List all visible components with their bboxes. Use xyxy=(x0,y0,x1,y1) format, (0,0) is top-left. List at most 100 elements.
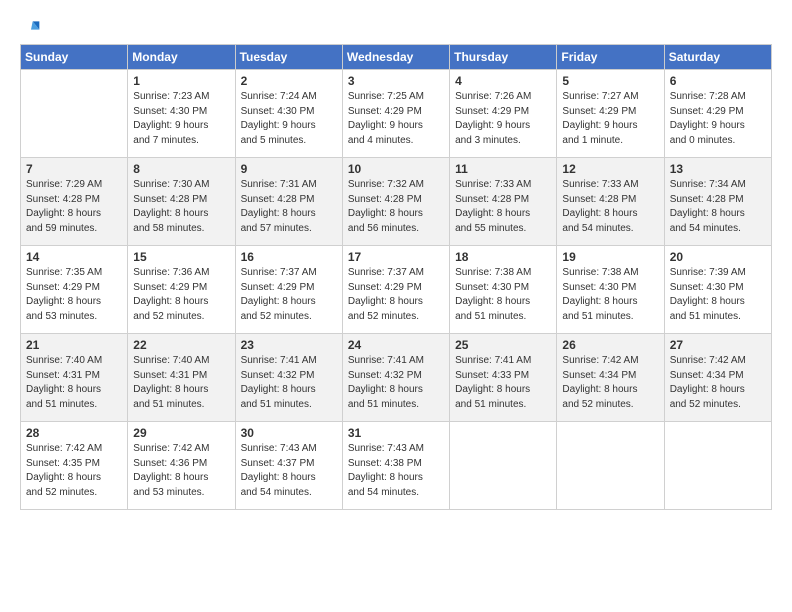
calendar-cell: 9 Sunrise: 7:31 AM Sunset: 4:28 PM Daylig… xyxy=(235,158,342,246)
calendar-cell: 25Sunrise: 7:41 AM Sunset: 4:33 PM Dayli… xyxy=(450,334,557,422)
header xyxy=(20,18,772,34)
day-number: 28 xyxy=(26,426,122,440)
calendar-cell: 10 Sunrise: 7:32 AM Sunset: 4:28 PM Dayli… xyxy=(342,158,449,246)
calendar-cell: 3 Sunrise: 7:25 AM Sunset: 4:29 PM Daylig… xyxy=(342,70,449,158)
day-number: 18 xyxy=(455,250,551,264)
calendar-header-tuesday: Tuesday xyxy=(235,45,342,70)
day-number: 7 xyxy=(26,162,122,176)
calendar-cell: 21Sunrise: 7:40 AM Sunset: 4:31 PM Dayli… xyxy=(21,334,128,422)
day-number: 9 xyxy=(241,162,337,176)
logo-icon xyxy=(21,18,39,36)
day-info: Sunrise: 7:42 AM Sunset: 4:35 PM Dayligh… xyxy=(26,442,122,500)
day-info: Sunrise: 7:27 AM Sunset: 4:29 PM Dayligh… xyxy=(562,90,658,148)
day-number: 17 xyxy=(348,250,444,264)
day-number: 12 xyxy=(562,162,658,176)
calendar-cell: 7 Sunrise: 7:29 AM Sunset: 4:28 PM Daylig… xyxy=(21,158,128,246)
day-info: Sunrise: 7:32 AM Sunset: 4:28 PM Dayligh… xyxy=(348,178,444,236)
day-info: Sunrise: 7:40 AM Sunset: 4:31 PM Dayligh… xyxy=(26,354,122,412)
calendar-cell xyxy=(557,422,664,510)
logo xyxy=(20,18,39,34)
day-info: Sunrise: 7:35 AM Sunset: 4:29 PM Dayligh… xyxy=(26,266,122,324)
calendar-cell: 31 Sunrise: 7:43 AM Sunset: 4:38 PM Dayli… xyxy=(342,422,449,510)
calendar: SundayMondayTuesdayWednesdayThursdayFrid… xyxy=(20,44,772,510)
day-number: 2 xyxy=(241,74,337,88)
day-info: Sunrise: 7:28 AM Sunset: 4:29 PM Dayligh… xyxy=(670,90,766,148)
calendar-header-saturday: Saturday xyxy=(664,45,771,70)
day-info: Sunrise: 7:42 AM Sunset: 4:36 PM Dayligh… xyxy=(133,442,229,500)
calendar-cell: 4 Sunrise: 7:26 AM Sunset: 4:29 PM Daylig… xyxy=(450,70,557,158)
day-number: 13 xyxy=(670,162,766,176)
day-info: Sunrise: 7:26 AM Sunset: 4:29 PM Dayligh… xyxy=(455,90,551,148)
day-number: 5 xyxy=(562,74,658,88)
day-info: Sunrise: 7:29 AM Sunset: 4:28 PM Dayligh… xyxy=(26,178,122,236)
day-info: Sunrise: 7:30 AM Sunset: 4:28 PM Dayligh… xyxy=(133,178,229,236)
day-number: 1 xyxy=(133,74,229,88)
day-number: 29 xyxy=(133,426,229,440)
calendar-header-wednesday: Wednesday xyxy=(342,45,449,70)
calendar-header-monday: Monday xyxy=(128,45,235,70)
day-info: Sunrise: 7:42 AM Sunset: 4:34 PM Dayligh… xyxy=(562,354,658,412)
calendar-header-thursday: Thursday xyxy=(450,45,557,70)
day-number: 6 xyxy=(670,74,766,88)
day-number: 19 xyxy=(562,250,658,264)
calendar-cell: 16 Sunrise: 7:37 AM Sunset: 4:29 PM Dayli… xyxy=(235,246,342,334)
day-number: 26 xyxy=(562,338,658,352)
day-number: 10 xyxy=(348,162,444,176)
calendar-cell: 23 Sunrise: 7:41 AM Sunset: 4:32 PM Dayli… xyxy=(235,334,342,422)
calendar-cell: 18Sunrise: 7:38 AM Sunset: 4:30 PM Dayli… xyxy=(450,246,557,334)
day-info: Sunrise: 7:39 AM Sunset: 4:30 PM Dayligh… xyxy=(670,266,766,324)
day-info: Sunrise: 7:36 AM Sunset: 4:29 PM Dayligh… xyxy=(133,266,229,324)
calendar-week-3: 21Sunrise: 7:40 AM Sunset: 4:31 PM Dayli… xyxy=(21,334,772,422)
calendar-cell: 22 Sunrise: 7:40 AM Sunset: 4:31 PM Dayli… xyxy=(128,334,235,422)
day-info: Sunrise: 7:37 AM Sunset: 4:29 PM Dayligh… xyxy=(348,266,444,324)
day-info: Sunrise: 7:24 AM Sunset: 4:30 PM Dayligh… xyxy=(241,90,337,148)
day-info: Sunrise: 7:38 AM Sunset: 4:30 PM Dayligh… xyxy=(562,266,658,324)
calendar-cell: 29 Sunrise: 7:42 AM Sunset: 4:36 PM Dayli… xyxy=(128,422,235,510)
calendar-cell: 13Sunrise: 7:34 AM Sunset: 4:28 PM Dayli… xyxy=(664,158,771,246)
calendar-week-1: 7 Sunrise: 7:29 AM Sunset: 4:28 PM Daylig… xyxy=(21,158,772,246)
day-info: Sunrise: 7:25 AM Sunset: 4:29 PM Dayligh… xyxy=(348,90,444,148)
day-number: 22 xyxy=(133,338,229,352)
calendar-week-2: 14 Sunrise: 7:35 AM Sunset: 4:29 PM Dayli… xyxy=(21,246,772,334)
calendar-cell: 1Sunrise: 7:23 AM Sunset: 4:30 PM Daylig… xyxy=(128,70,235,158)
calendar-cell xyxy=(664,422,771,510)
day-info: Sunrise: 7:33 AM Sunset: 4:28 PM Dayligh… xyxy=(562,178,658,236)
calendar-week-4: 28 Sunrise: 7:42 AM Sunset: 4:35 PM Dayli… xyxy=(21,422,772,510)
day-info: Sunrise: 7:37 AM Sunset: 4:29 PM Dayligh… xyxy=(241,266,337,324)
day-number: 11 xyxy=(455,162,551,176)
day-number: 31 xyxy=(348,426,444,440)
calendar-cell: 26 Sunrise: 7:42 AM Sunset: 4:34 PM Dayli… xyxy=(557,334,664,422)
day-info: Sunrise: 7:33 AM Sunset: 4:28 PM Dayligh… xyxy=(455,178,551,236)
day-number: 30 xyxy=(241,426,337,440)
day-info: Sunrise: 7:41 AM Sunset: 4:32 PM Dayligh… xyxy=(348,354,444,412)
day-info: Sunrise: 7:43 AM Sunset: 4:37 PM Dayligh… xyxy=(241,442,337,500)
day-info: Sunrise: 7:41 AM Sunset: 4:32 PM Dayligh… xyxy=(241,354,337,412)
calendar-cell: 24 Sunrise: 7:41 AM Sunset: 4:32 PM Dayli… xyxy=(342,334,449,422)
calendar-cell: 30 Sunrise: 7:43 AM Sunset: 4:37 PM Dayli… xyxy=(235,422,342,510)
day-number: 14 xyxy=(26,250,122,264)
calendar-cell xyxy=(21,70,128,158)
day-info: Sunrise: 7:31 AM Sunset: 4:28 PM Dayligh… xyxy=(241,178,337,236)
day-number: 4 xyxy=(455,74,551,88)
day-number: 23 xyxy=(241,338,337,352)
day-number: 24 xyxy=(348,338,444,352)
day-number: 27 xyxy=(670,338,766,352)
calendar-cell: 27 Sunrise: 7:42 AM Sunset: 4:34 PM Dayli… xyxy=(664,334,771,422)
calendar-cell: 20 Sunrise: 7:39 AM Sunset: 4:30 PM Dayli… xyxy=(664,246,771,334)
calendar-cell: 2 Sunrise: 7:24 AM Sunset: 4:30 PM Daylig… xyxy=(235,70,342,158)
day-info: Sunrise: 7:43 AM Sunset: 4:38 PM Dayligh… xyxy=(348,442,444,500)
calendar-cell: 6 Sunrise: 7:28 AM Sunset: 4:29 PM Daylig… xyxy=(664,70,771,158)
day-number: 8 xyxy=(133,162,229,176)
calendar-cell xyxy=(450,422,557,510)
calendar-week-0: 1Sunrise: 7:23 AM Sunset: 4:30 PM Daylig… xyxy=(21,70,772,158)
calendar-cell: 8 Sunrise: 7:30 AM Sunset: 4:28 PM Daylig… xyxy=(128,158,235,246)
day-number: 3 xyxy=(348,74,444,88)
calendar-cell: 17 Sunrise: 7:37 AM Sunset: 4:29 PM Dayli… xyxy=(342,246,449,334)
day-info: Sunrise: 7:40 AM Sunset: 4:31 PM Dayligh… xyxy=(133,354,229,412)
day-number: 16 xyxy=(241,250,337,264)
calendar-header-sunday: Sunday xyxy=(21,45,128,70)
day-info: Sunrise: 7:42 AM Sunset: 4:34 PM Dayligh… xyxy=(670,354,766,412)
calendar-cell: 11 Sunrise: 7:33 AM Sunset: 4:28 PM Dayli… xyxy=(450,158,557,246)
day-number: 20 xyxy=(670,250,766,264)
calendar-cell: 5 Sunrise: 7:27 AM Sunset: 4:29 PM Daylig… xyxy=(557,70,664,158)
